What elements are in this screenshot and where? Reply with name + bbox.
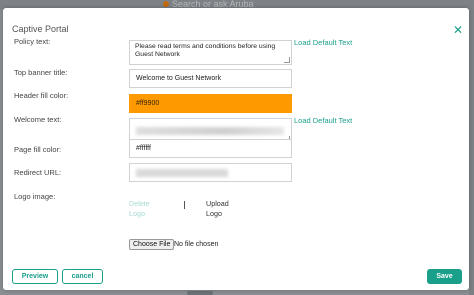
logo-image-label: Logo image:: [14, 192, 56, 201]
dialog-title: Captive Portal: [12, 24, 69, 34]
page-fill-color-label: Page fill color:: [14, 145, 62, 154]
top-banner-title-input[interactable]: Welcome to Guest Network: [129, 69, 292, 88]
policy-text-label: Policy text:: [14, 37, 51, 46]
upload-logo-link[interactable]: Upload Logo: [206, 199, 229, 219]
logo-action-separator: [184, 201, 185, 209]
captive-portal-dialog: Captive Portal ✕ Policy text: Please rea…: [3, 8, 469, 290]
resize-handle-icon[interactable]: [284, 57, 290, 63]
welcome-load-default-link[interactable]: Load Default Text: [294, 116, 352, 125]
choose-file-button[interactable]: Choose File: [129, 239, 175, 250]
welcome-text-redacted: [136, 127, 284, 135]
header-fill-color-label: Header fill color:: [14, 91, 69, 100]
header-fill-color-input[interactable]: #ff9900: [129, 94, 292, 113]
aruba-logo-icon: [163, 1, 169, 7]
save-button[interactable]: Save: [427, 269, 462, 284]
redirect-url-input[interactable]: [129, 163, 292, 182]
top-banner-title-label: Top banner title:: [14, 68, 68, 77]
file-status-text: No file chosen: [174, 241, 219, 248]
close-icon[interactable]: ✕: [452, 24, 464, 36]
policy-load-default-link[interactable]: Load Default Text: [294, 38, 352, 47]
redirect-url-label: Redirect URL:: [14, 168, 62, 177]
delete-logo-link[interactable]: Delete Logo: [129, 199, 150, 219]
top-banner-title-value: Welcome to Guest Network: [136, 75, 222, 82]
preview-button[interactable]: Preview: [12, 269, 58, 284]
redirect-url-redacted: [136, 169, 228, 177]
background-scrollbar: [469, 10, 474, 295]
page-fill-color-input[interactable]: #ffffff: [129, 139, 292, 158]
policy-text-textarea[interactable]: Please read terms and conditions before …: [129, 40, 292, 65]
cancel-button[interactable]: cancel: [62, 269, 103, 284]
header-fill-color-value: #ff9900: [136, 100, 160, 107]
welcome-text-label: Welcome text:: [14, 115, 62, 124]
background-handle: [187, 291, 213, 295]
policy-text-value: Please read terms and conditions before …: [135, 43, 276, 58]
page-fill-color-value: #ffffff: [136, 145, 151, 152]
